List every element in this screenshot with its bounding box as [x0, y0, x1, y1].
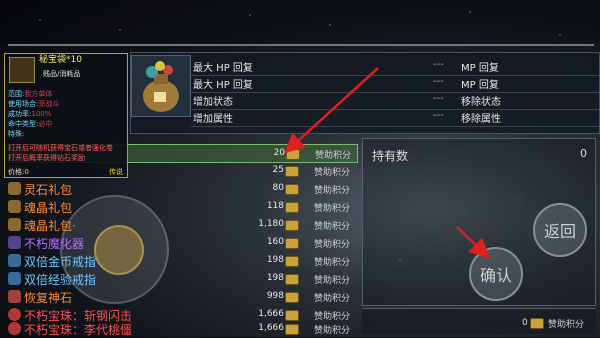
- annotation-arrows: [284, 67, 490, 259]
- arrow-to-confirm: [456, 226, 490, 259]
- arrow-to-item: [284, 67, 379, 154]
